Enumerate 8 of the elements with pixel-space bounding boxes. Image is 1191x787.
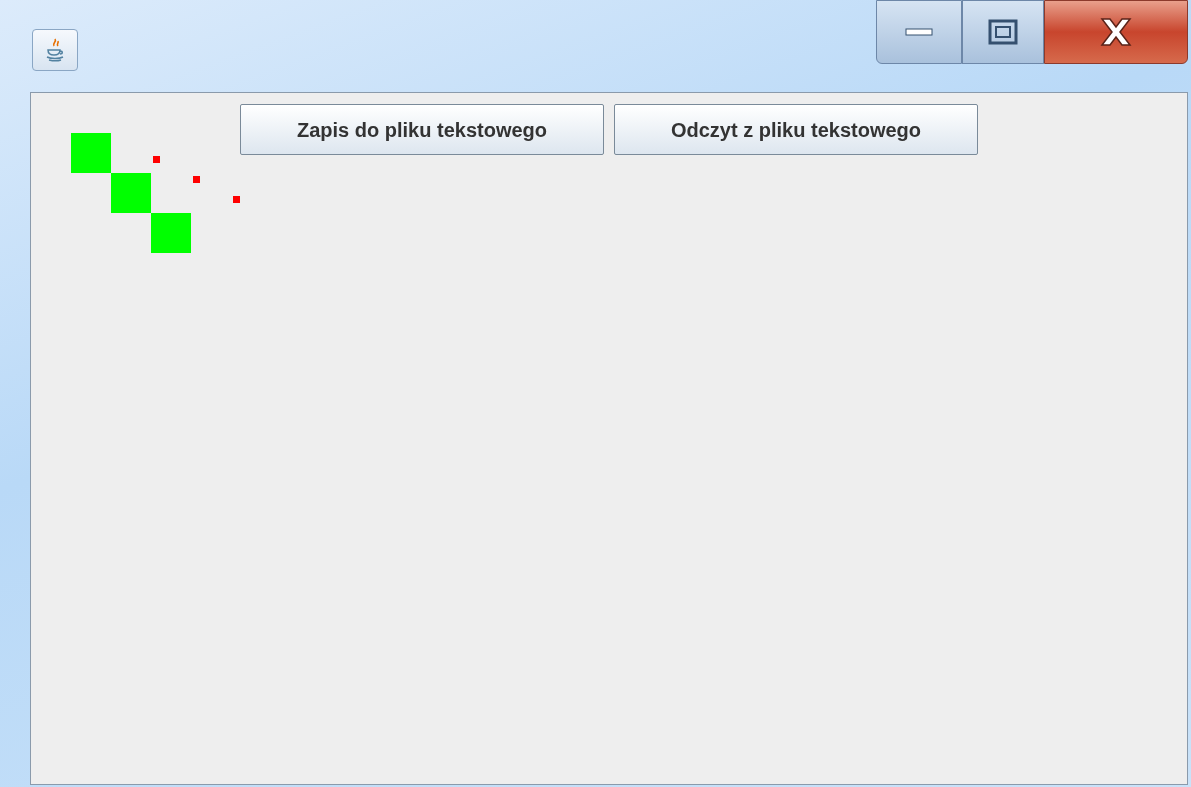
minimize-button[interactable] [876,0,962,64]
close-button[interactable] [1044,0,1188,64]
minimize-icon [905,27,933,37]
maximize-button[interactable] [962,0,1044,64]
java-app-icon[interactable] [32,29,78,71]
maximize-icon [988,19,1018,45]
text-file-button[interactable]: Zapis do pliku tekstowego [240,104,604,155]
text-file-button[interactable]: Odczyt z pliku tekstowego [614,104,978,155]
